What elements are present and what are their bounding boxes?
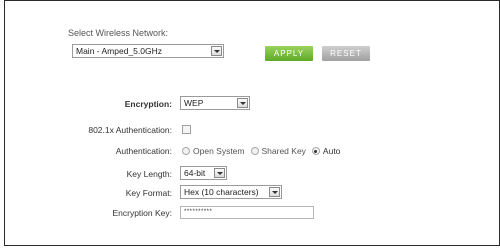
encryption-label: Encryption: (124, 99, 172, 109)
key-format-select-value: Hex (10 characters) (184, 187, 259, 197)
key-length-select-value: 64-bit (184, 168, 206, 178)
radio-auto-label: Auto (322, 146, 341, 156)
chevron-down-icon (237, 98, 248, 108)
encryption-select-value: WEP (184, 98, 204, 108)
select-network-label: Select Wireless Network: (68, 28, 169, 38)
key-length-label: Key Length: (126, 169, 172, 179)
chevron-down-icon (269, 187, 280, 197)
radio-shared-key[interactable] (250, 147, 259, 155)
reset-button[interactable]: RESET (322, 46, 370, 61)
encryption-key-input[interactable]: ********** (180, 206, 314, 219)
apply-button[interactable]: APPLY (265, 46, 313, 61)
encryption-key-label: Encryption Key: (112, 208, 172, 218)
radio-open-system-label: Open System (193, 146, 245, 156)
network-select-value: Main - Amped_5.0GHz (76, 46, 162, 56)
settings-panel: Select Wireless Network: Main - Amped_5.… (4, 0, 500, 246)
radio-auto[interactable] (311, 147, 320, 155)
auth-8021x-checkbox[interactable] (182, 125, 191, 134)
radio-shared-key-label: Shared Key (261, 146, 306, 156)
chevron-down-icon (211, 46, 222, 56)
key-format-label: Key Format: (125, 188, 172, 198)
authentication-radio-group: Open System Shared Key Auto (182, 146, 343, 156)
authentication-label: Authentication: (115, 146, 172, 156)
key-length-select[interactable]: 64-bit (180, 166, 227, 180)
network-select[interactable]: Main - Amped_5.0GHz (72, 44, 224, 58)
key-format-select[interactable]: Hex (10 characters) (180, 185, 282, 199)
auth-8021x-label: 802.1x Authentication: (88, 125, 172, 135)
chevron-down-icon (214, 168, 225, 178)
radio-open-system[interactable] (182, 147, 190, 155)
encryption-select[interactable]: WEP (180, 96, 250, 110)
